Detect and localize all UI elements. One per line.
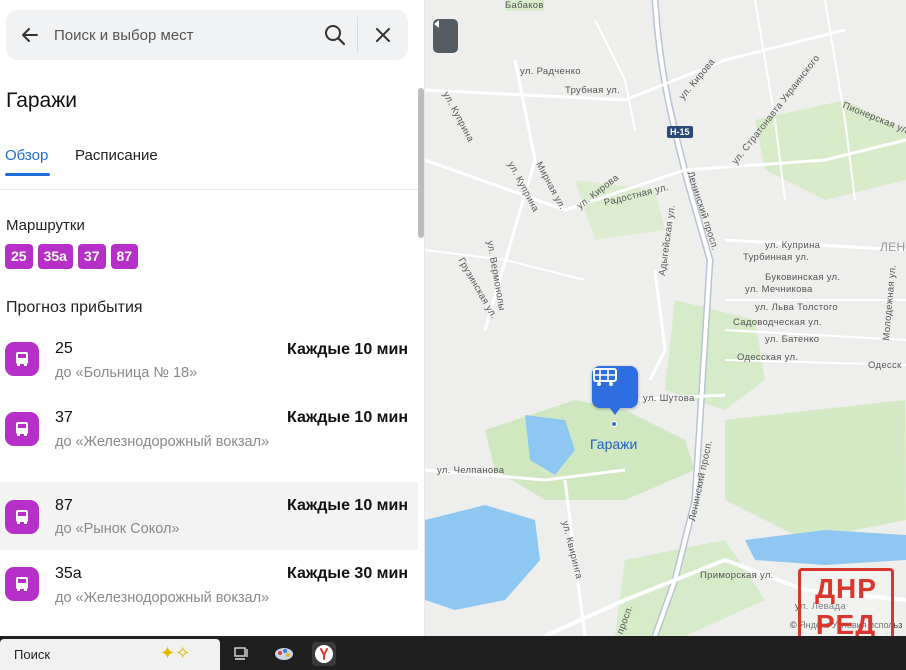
taskbar-search-label: Поиск (14, 647, 51, 662)
map-street-label: Бабаков (505, 0, 544, 11)
route-frequency: Каждые 10 мин (287, 341, 408, 358)
caret-left-icon (434, 20, 439, 28)
route-destination: до «Рынок Сокол» (55, 521, 180, 537)
bus-icon (5, 412, 39, 446)
map-street-label: Трубная ул. (565, 85, 621, 96)
tab-schedule[interactable]: Расписание (75, 147, 158, 164)
park-area (725, 400, 906, 540)
map-street-label: ул. Челпанова (437, 465, 505, 476)
paint-app-icon[interactable] (272, 642, 296, 666)
search-button[interactable] (313, 10, 357, 60)
route-number: 87 (55, 497, 73, 514)
arrival-row[interactable]: 37 до «Железнодорожный вокзал» Каждые 10… (0, 394, 418, 482)
arrival-row[interactable]: 35а до «Железнодорожный вокзал» Каждые 3… (0, 550, 418, 636)
active-tab-indicator (5, 173, 50, 176)
route-destination: до «Железнодорожный вокзал» (55, 434, 270, 450)
arrivals-section-label: Прогноз прибытия (6, 299, 143, 316)
arrow-left-icon (22, 28, 38, 42)
arrival-row[interactable]: 87 до «Рынок Сокол» Каждые 10 мин (0, 482, 418, 550)
back-button[interactable] (6, 10, 54, 60)
map-street-label: Одесск (868, 360, 902, 371)
route-badge[interactable]: 37 (77, 244, 106, 269)
map-street-label: Садоводческая ул. (733, 317, 822, 328)
search-input[interactable] (54, 10, 313, 60)
search-icon (325, 25, 346, 46)
bus-icon (5, 342, 39, 376)
map-view[interactable]: Бабаков ул. Радченко Трубная ул. ул. Куп… (425, 0, 906, 636)
stop-panel: Гаражи Обзор Расписание Маршрутки 25 35а… (0, 0, 425, 636)
sparkle-icon: ✦✧ (160, 643, 191, 663)
tab-bar: Обзор Расписание (0, 140, 418, 190)
map-street-label: ул. Куприна (765, 240, 821, 251)
map-canvas (425, 0, 906, 636)
road (594, 19, 636, 131)
map-street-label: ул. Шутова (643, 393, 695, 404)
map-street-label: ул. Радченко (520, 66, 581, 77)
tab-overview[interactable]: Обзор (5, 147, 48, 164)
water-area (745, 530, 906, 565)
water-area (425, 505, 540, 610)
map-street-label: ул. Батенко (765, 334, 820, 345)
stop-map-label: Гаражи (590, 436, 638, 452)
road (425, 28, 846, 102)
road (648, 269, 667, 381)
route-badge[interactable]: 25 (5, 244, 33, 269)
route-destination: до «Железнодорожный вокзал» (55, 590, 270, 606)
taskbar-search[interactable]: Поиск ✦✧ (0, 639, 220, 670)
route-number: 35а (55, 565, 82, 582)
routes-section-label: Маршрутки (6, 217, 85, 234)
route-badge[interactable]: 87 (110, 244, 139, 269)
map-street-label: Турбинная ул. (743, 252, 810, 263)
yandex-browser-icon[interactable] (312, 642, 336, 666)
route-frequency: Каждые 30 мин (287, 565, 408, 582)
map-district-label: ЛЕНИ (880, 240, 906, 254)
collapse-panel-button[interactable] (433, 19, 458, 53)
road-shield: Н-15 (667, 126, 693, 138)
stop-title: Гаражи (6, 89, 78, 112)
stop-marker[interactable] (592, 366, 638, 415)
taskbar: Поиск ✦✧ (0, 636, 906, 670)
route-destination: до «Больница № 18» (55, 365, 198, 381)
bus-icon (5, 500, 39, 534)
task-view-icon[interactable] (230, 642, 254, 666)
route-frequency: Каждые 10 мин (287, 409, 408, 426)
route-frequency: Каждые 10 мин (287, 497, 408, 514)
route-badges: 25 35а 37 87 (5, 244, 139, 269)
arrival-row[interactable]: 25 до «Больница № 18» Каждые 10 мин (0, 326, 418, 394)
map-street-label: ул. Льва Толстого (755, 302, 839, 313)
map-street-label: Буковинская ул. (765, 272, 841, 283)
park-area (615, 540, 765, 636)
minibus-icon (593, 368, 617, 386)
route-number: 25 (55, 340, 73, 357)
route-badge[interactable]: 35а (37, 244, 73, 269)
close-button[interactable] (358, 10, 408, 60)
map-street-label: Приморская ул. (700, 570, 774, 581)
panel-scrollbar[interactable] (418, 88, 424, 238)
search-bar (6, 10, 408, 60)
watermark-line: ДНР (815, 573, 877, 604)
map-street-label: ул. Мечникова (745, 284, 813, 295)
map-street-label: Одесская ул. (737, 352, 799, 363)
route-number: 37 (55, 409, 73, 426)
close-icon (376, 28, 390, 42)
stop-location-dot (611, 421, 617, 427)
bus-icon (5, 567, 39, 601)
